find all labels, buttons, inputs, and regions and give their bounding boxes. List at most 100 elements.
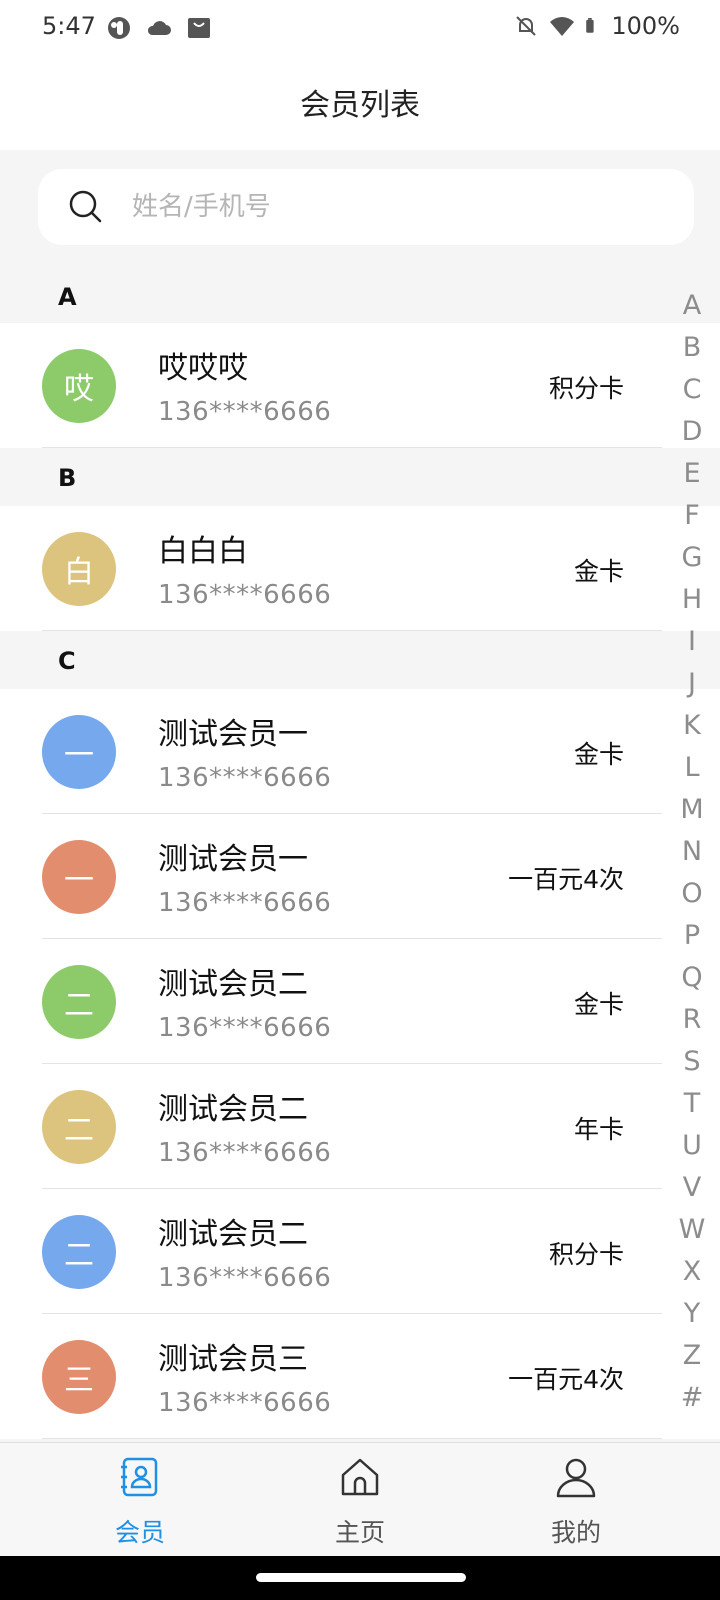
contacts-book-icon (121, 1457, 158, 1497)
index-letter-d[interactable]: D (668, 411, 716, 453)
avatar: 二 (42, 1090, 116, 1164)
avatar: 三 (42, 1340, 116, 1414)
search-icon (69, 190, 102, 223)
index-letter-s[interactable]: S (668, 1041, 716, 1083)
shopping-bag-icon (188, 18, 210, 38)
member-card-type: 年卡 (573, 1115, 624, 1144)
index-letter-w[interactable]: W (668, 1209, 716, 1251)
battery-icon (586, 18, 594, 33)
member-name: 测试会员二 (158, 967, 308, 1002)
tab-label: 会员 (114, 1518, 165, 1547)
wifi-icon (550, 17, 575, 36)
section-header-b: B (0, 448, 720, 506)
index-letter-h[interactable]: H (668, 579, 716, 621)
member-name: 测试会员三 (158, 1342, 308, 1377)
index-letter-u[interactable]: U (668, 1125, 716, 1167)
member-row[interactable]: 二 测试会员二 136****6666 金卡 (0, 939, 720, 1064)
member-name: 测试会员一 (158, 717, 308, 752)
avatar: 二 (42, 1215, 116, 1289)
avatar: 白 (42, 532, 116, 606)
page-title: 会员列表 (300, 88, 420, 123)
member-row[interactable]: 一 测试会员一 136****6666 一百元4次 (0, 814, 720, 939)
avatar: 一 (42, 715, 116, 789)
alphabet-index-bar[interactable]: A B C D E F G H I J K L M N O P Q R S T … (668, 285, 716, 1419)
member-row[interactable]: 三 测试会员三 136****6666 一百元4次 (0, 1314, 720, 1439)
home-gesture-pill[interactable] (256, 1573, 466, 1582)
index-letter-f[interactable]: F (668, 495, 716, 537)
person-icon (556, 1458, 596, 1498)
member-name: 哎哎哎 (158, 351, 248, 386)
index-letter-r[interactable]: R (668, 999, 716, 1041)
member-phone: 136****6666 (158, 1013, 332, 1043)
member-card-type: 积分卡 (548, 1240, 624, 1269)
home-icon (341, 1458, 379, 1496)
member-row[interactable]: 二 测试会员二 136****6666 年卡 (0, 1064, 720, 1189)
avatar: 一 (42, 840, 116, 914)
index-letter-e[interactable]: E (668, 453, 716, 495)
member-card-type: 金卡 (573, 990, 624, 1019)
app-badge-icon (108, 17, 130, 39)
index-letter-k[interactable]: K (668, 705, 716, 747)
index-letter-y[interactable]: Y (668, 1293, 716, 1335)
member-name: 测试会员二 (158, 1092, 308, 1127)
member-card-type: 一百元4次 (508, 1365, 624, 1394)
avatar: 二 (42, 965, 116, 1039)
index-letter-g[interactable]: G (668, 537, 716, 579)
index-letter-p[interactable]: P (668, 915, 716, 957)
member-card-type: 金卡 (573, 740, 624, 769)
member-name: 白白白 (158, 534, 248, 569)
battery-percent: 100% (611, 12, 680, 40)
gesture-nav-area (0, 1556, 720, 1600)
avatar: 哎 (42, 349, 116, 423)
status-bar: 5:47 100% (0, 0, 720, 56)
tab-label: 主页 (334, 1518, 385, 1547)
bottom-tab-bar: 会员 主页 我的 (0, 1442, 720, 1556)
member-row[interactable]: 一 测试会员一 136****6666 金卡 (0, 689, 720, 814)
search-box[interactable] (38, 169, 694, 245)
index-letter-o[interactable]: O (668, 873, 716, 915)
index-letter-l[interactable]: L (668, 747, 716, 789)
member-card-type: 金卡 (573, 557, 624, 586)
member-card-type: 一百元4次 (508, 865, 624, 894)
tab-profile[interactable]: 我的 (456, 1443, 696, 1557)
member-phone: 136****6666 (158, 763, 332, 793)
status-time: 5:47 (42, 12, 96, 40)
search-input[interactable] (132, 183, 652, 231)
index-letter-i[interactable]: I (668, 621, 716, 663)
cloud-icon (147, 21, 171, 35)
member-name: 测试会员一 (158, 842, 308, 877)
index-letter-a[interactable]: A (668, 285, 716, 327)
member-row[interactable]: 白 白白白 136****6666 金卡 (0, 506, 720, 631)
tab-home[interactable]: 主页 (240, 1443, 480, 1557)
tab-members[interactable]: 会员 (20, 1443, 260, 1557)
index-letter-n[interactable]: N (668, 831, 716, 873)
member-phone: 136****6666 (158, 1138, 332, 1168)
member-phone: 136****6666 (158, 580, 332, 610)
member-phone: 136****6666 (158, 397, 332, 427)
index-letter-hash[interactable]: # (668, 1377, 716, 1419)
index-letter-t[interactable]: T (668, 1083, 716, 1125)
section-header-a: A (0, 273, 720, 323)
member-row[interactable]: 哎 哎哎哎 136****6666 积分卡 (0, 323, 720, 448)
index-letter-q[interactable]: Q (668, 957, 716, 999)
member-phone: 136****6666 (158, 1263, 332, 1293)
divider (42, 630, 662, 631)
index-letter-j[interactable]: J (668, 663, 716, 705)
section-header-c: C (0, 631, 720, 689)
member-phone: 136****6666 (158, 888, 332, 918)
member-phone: 136****6666 (158, 1388, 332, 1418)
tab-label: 我的 (550, 1518, 601, 1547)
index-letter-z[interactable]: Z (668, 1335, 716, 1377)
nav-bar: 会员列表 (0, 56, 720, 150)
index-letter-c[interactable]: C (668, 369, 716, 411)
member-name: 测试会员二 (158, 1217, 308, 1252)
member-list[interactable]: A 哎 哎哎哎 136****6666 积分卡 B 白 白白白 136****6… (0, 273, 720, 1439)
index-letter-m[interactable]: M (668, 789, 716, 831)
index-letter-v[interactable]: V (668, 1167, 716, 1209)
divider (42, 1438, 662, 1439)
index-letter-b[interactable]: B (668, 327, 716, 369)
alarm-off-icon (516, 16, 537, 36)
member-row[interactable]: 二 测试会员二 136****6666 积分卡 (0, 1189, 720, 1314)
index-letter-x[interactable]: X (668, 1251, 716, 1293)
divider (42, 447, 662, 448)
